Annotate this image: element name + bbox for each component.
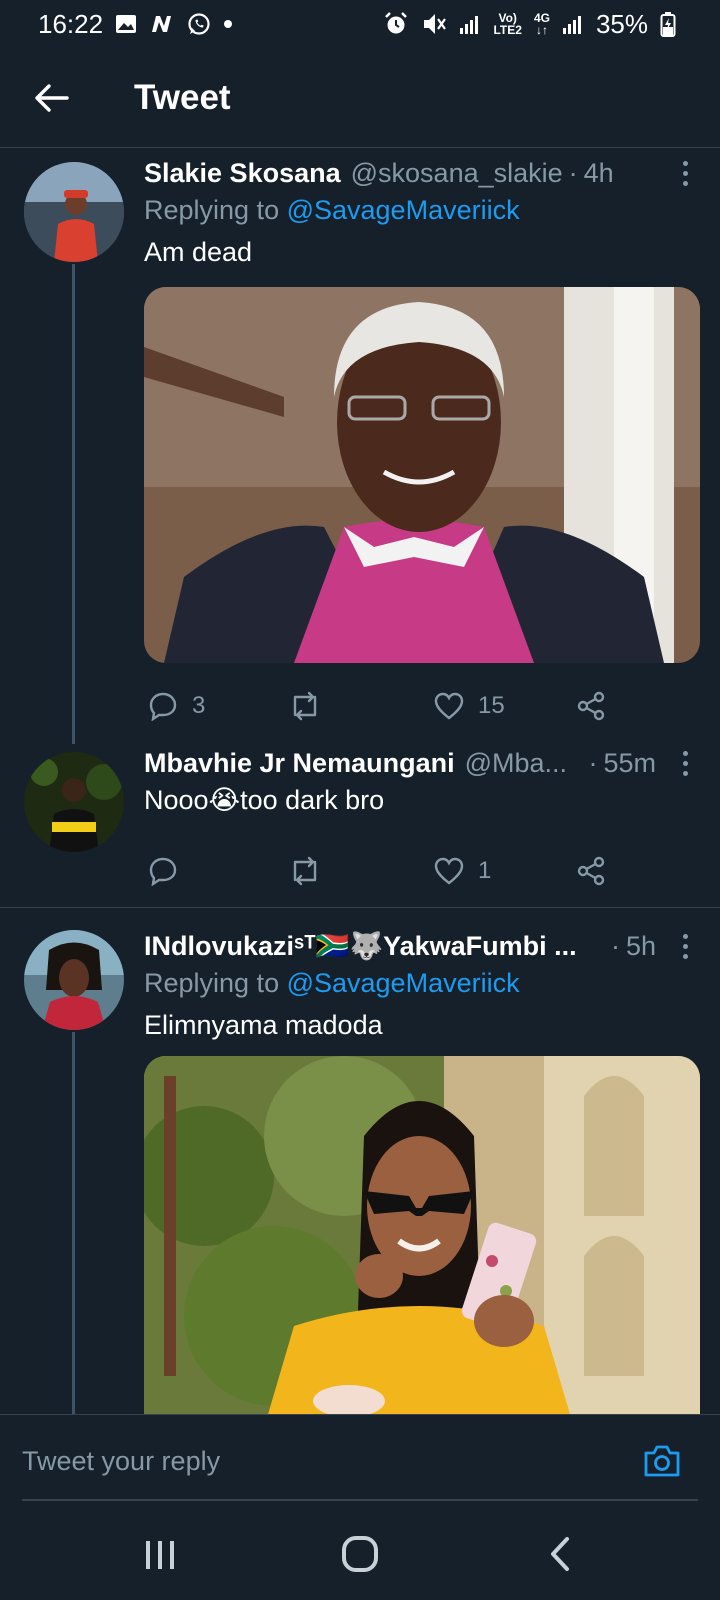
share-icon xyxy=(577,856,605,886)
share-action[interactable] xyxy=(576,691,606,721)
replying-to: Replying to @SavageMaveriick xyxy=(144,195,520,225)
volte-indicator: Vo) LTE2 xyxy=(493,11,522,37)
tweet[interactable]: INdlovukaziˢᵀ🇿🇦🐺YakwaFumbi ... · 5h Repl… xyxy=(0,908,720,1414)
recent-apps-icon xyxy=(146,1541,174,1569)
reply-bar xyxy=(0,1414,720,1504)
system-navigation-bar xyxy=(0,1504,720,1600)
reply-action[interactable]: 3 xyxy=(148,691,205,721)
battery-percent: 35% xyxy=(595,8,648,39)
page-title: Tweet xyxy=(134,77,231,117)
signal-icon xyxy=(459,13,481,35)
tweet[interactable]: Mbavhie Jr Nemaungani @Mba... · 55m Nooo… xyxy=(0,743,720,908)
tweet-image[interactable] xyxy=(144,287,700,663)
more-options-button[interactable] xyxy=(670,155,700,191)
camera-icon xyxy=(644,1445,680,1477)
author-handle[interactable]: @Mba... xyxy=(465,748,567,779)
retweet-action[interactable] xyxy=(289,856,335,886)
like-action[interactable]: 15 xyxy=(434,692,505,720)
notification-dot-icon xyxy=(223,19,233,29)
like-count: 15 xyxy=(478,692,505,719)
author-name[interactable]: INdlovukaziˢᵀ🇿🇦🐺YakwaFumbi ... xyxy=(144,930,577,962)
home-button[interactable] xyxy=(330,1532,390,1576)
tweet[interactable]: Slakie Skosana @skosana_slakie · 4h Repl… xyxy=(0,149,720,744)
tweet-meta: Slakie Skosana @skosana_slakie · 4h xyxy=(144,155,700,191)
author-name[interactable]: Mbavhie Jr Nemaungani xyxy=(144,748,455,779)
n-icon xyxy=(149,14,175,34)
mute-icon xyxy=(421,11,447,37)
status-time: 16:22 xyxy=(38,8,104,39)
separator-dot: · xyxy=(588,747,598,778)
reply-underline xyxy=(22,1499,698,1501)
tweet-body: Mbavhie Jr Nemaungani @Mba... · 55m Nooo… xyxy=(144,745,700,821)
reply-icon xyxy=(149,857,177,886)
thread-line xyxy=(72,1032,75,1414)
thread-line xyxy=(72,264,75,744)
avatar[interactable] xyxy=(24,752,124,852)
retweet-icon xyxy=(293,691,317,721)
tweet-actions: 3 15 xyxy=(144,684,614,728)
tweet-text: Elimnyama madoda xyxy=(144,1010,383,1040)
tweet-feed[interactable]: Slakie Skosana @skosana_slakie · 4h Repl… xyxy=(0,149,720,1414)
heart-icon xyxy=(434,692,464,720)
status-bar: 16:22 Vo) LTE2 4G ↓↑ 35% xyxy=(0,0,720,48)
author-name[interactable]: Slakie Skosana xyxy=(144,158,341,189)
network-type-indicator: 4G ↓↑ xyxy=(533,11,550,37)
battery-charging-icon xyxy=(660,11,676,37)
retweet-icon xyxy=(293,856,317,886)
retweet-action[interactable] xyxy=(289,691,335,721)
status-bar-left: 16:22 xyxy=(38,9,233,40)
mention-link[interactable]: @SavageMaveriick xyxy=(287,195,520,225)
heart-icon xyxy=(434,857,464,885)
tweet-body: INdlovukaziˢᵀ🇿🇦🐺YakwaFumbi ... · 5h Repl… xyxy=(144,928,700,1046)
tweet-meta: INdlovukaziˢᵀ🇿🇦🐺YakwaFumbi ... · 5h xyxy=(144,928,700,964)
status-bar-right: Vo) LTE2 4G ↓↑ 35% xyxy=(383,9,676,40)
share-action[interactable] xyxy=(576,856,606,886)
gallery-icon xyxy=(115,14,137,34)
arrow-left-icon xyxy=(35,83,69,112)
whatsapp-icon xyxy=(187,12,211,36)
tweet-text: Nooo😭too dark bro xyxy=(144,785,385,815)
alarm-icon xyxy=(383,11,409,37)
separator-dot: · xyxy=(610,930,620,961)
tweet-text: Am dead xyxy=(144,237,253,267)
tweet-body: Slakie Skosana @skosana_slakie · 4h Repl… xyxy=(144,155,700,273)
avatar[interactable] xyxy=(24,162,124,262)
mention-link[interactable]: @SavageMaveriick xyxy=(287,968,520,998)
tweet-time: 5h xyxy=(625,930,656,961)
app-header: Tweet xyxy=(0,48,720,148)
tweet-meta: Mbavhie Jr Nemaungani @Mba... · 55m xyxy=(144,745,700,781)
author-handle[interactable]: @skosana_slakie xyxy=(351,158,563,189)
share-icon xyxy=(577,691,605,721)
like-count: 1 xyxy=(478,857,492,884)
signal-icon-2 xyxy=(562,13,584,35)
tweet-actions: 1 xyxy=(144,849,614,893)
more-options-button[interactable] xyxy=(670,745,700,781)
home-icon xyxy=(342,1536,378,1572)
tweet-time: 55m xyxy=(603,747,656,778)
like-action[interactable]: 1 xyxy=(434,857,491,885)
tweet-time: 4h xyxy=(583,157,614,188)
reply-count: 3 xyxy=(192,692,206,719)
tweet-image[interactable] xyxy=(144,1056,700,1414)
reply-icon xyxy=(149,692,177,721)
reply-action[interactable] xyxy=(148,856,192,886)
chevron-left-icon xyxy=(551,1537,569,1571)
reply-input[interactable] xyxy=(22,1441,582,1481)
separator-dot: · xyxy=(568,157,578,188)
more-options-button[interactable] xyxy=(670,928,700,964)
avatar[interactable] xyxy=(24,930,124,1030)
camera-button[interactable] xyxy=(642,1441,682,1481)
recent-apps-button[interactable] xyxy=(130,1532,190,1576)
back-button[interactable] xyxy=(22,68,82,128)
replying-to: Replying to @SavageMaveriick xyxy=(144,968,520,998)
system-back-button[interactable] xyxy=(530,1532,590,1576)
